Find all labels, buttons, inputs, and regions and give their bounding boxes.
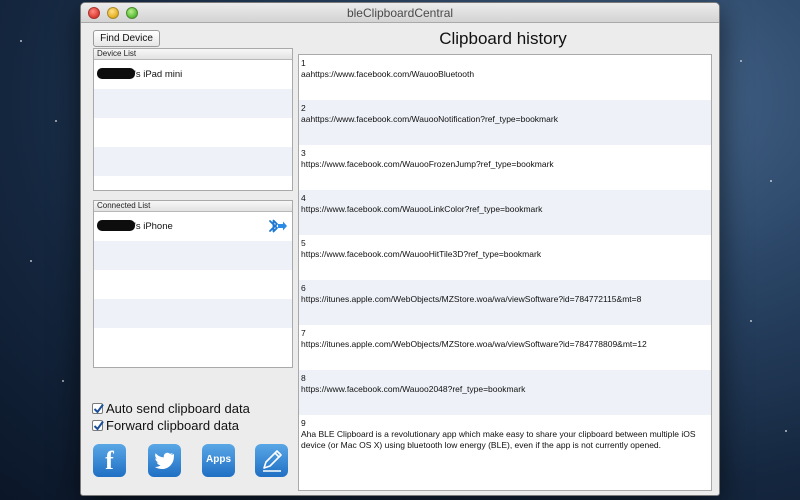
entry-index: 6: [301, 283, 306, 293]
forward-checkbox[interactable]: [92, 420, 104, 431]
connected-list-item[interactable]: 's iPhone: [94, 212, 292, 241]
checkmark-icon: [93, 403, 104, 414]
forward-option[interactable]: Forward clipboard data: [92, 417, 250, 434]
find-device-button[interactable]: Find Device: [93, 30, 160, 47]
apps-label: Apps: [206, 454, 231, 465]
device-list-panel: Device List 's iPad mini: [93, 48, 293, 191]
empty-row: [94, 328, 292, 357]
history-title: Clipboard history: [439, 29, 567, 48]
history-entry[interactable]: 5 https://www.facebook.com/WauooHitTile3…: [299, 235, 711, 280]
history-entry[interactable]: 6 https://itunes.apple.com/WebObjects/MZ…: [299, 280, 711, 325]
entry-index: 1: [301, 58, 306, 68]
entry-text: https://www.facebook.com/Wauoo2048?ref_t…: [301, 384, 526, 394]
device-list-header: Device List: [94, 49, 292, 60]
auto-send-checkbox[interactable]: [92, 403, 104, 414]
entry-text: https://www.facebook.com/WauooFrozenJump…: [301, 159, 554, 169]
star: [62, 380, 64, 382]
entry-index: 9: [301, 418, 306, 428]
star: [30, 260, 32, 262]
auto-send-label: Auto send clipboard data: [106, 401, 250, 416]
connected-device-name: 's iPhone: [134, 221, 173, 232]
star: [770, 180, 772, 182]
entry-text: Aha BLE Clipboard is a revolutionary app…: [301, 429, 696, 450]
redacted-name: [97, 68, 135, 79]
entry-index: 7: [301, 328, 306, 338]
edit-button[interactable]: [255, 444, 288, 477]
star: [750, 320, 752, 322]
pen-icon: [263, 450, 282, 472]
empty-row: [94, 270, 292, 299]
empty-row: [94, 147, 292, 176]
entry-index: 5: [301, 238, 306, 248]
entry-index: 3: [301, 148, 306, 158]
star: [20, 40, 22, 42]
device-name: 's iPad mini: [134, 69, 183, 80]
history-entry[interactable]: 3 https://www.facebook.com/WauooFrozenJu…: [299, 145, 711, 190]
twitter-button[interactable]: [148, 444, 181, 477]
bluetooth-forward-icon[interactable]: [266, 217, 288, 235]
entry-text: https://www.facebook.com/WauooHitTile3D?…: [301, 249, 542, 259]
history-entry[interactable]: 7 https://itunes.apple.com/WebObjects/MZ…: [299, 325, 711, 370]
title-bar[interactable]: bleClipboardCentral: [81, 3, 719, 23]
window-title: bleClipboardCentral: [346, 6, 454, 20]
star: [740, 60, 742, 62]
empty-row: [94, 89, 292, 118]
entry-text: https://itunes.apple.com/WebObjects/MZSt…: [301, 339, 647, 349]
empty-row: [94, 241, 292, 270]
apps-button[interactable]: Apps: [202, 444, 235, 477]
history-entry[interactable]: 1 aahttps://www.facebook.com/WauooBlueto…: [299, 55, 711, 100]
checkmark-icon: [93, 420, 104, 431]
device-list-item[interactable]: 's iPad mini: [94, 60, 292, 89]
app-window: bleClipboardCentral Find Device Device L…: [80, 2, 720, 496]
facebook-button[interactable]: f: [93, 444, 126, 477]
clipboard-history-list[interactable]: 1 aahttps://www.facebook.com/WauooBlueto…: [298, 54, 712, 491]
empty-row: [94, 118, 292, 147]
connected-list-panel: Connected List 's iPhone: [93, 200, 293, 368]
forward-label: Forward clipboard data: [106, 418, 239, 433]
history-entry[interactable]: 2 aahttps://www.facebook.com/WauooNotifi…: [299, 100, 711, 145]
star: [785, 430, 787, 432]
entry-index: 2: [301, 103, 306, 113]
facebook-icon: f: [105, 446, 114, 475]
entry-text: https://www.facebook.com/WauooLinkColor?…: [301, 204, 543, 214]
history-entry[interactable]: 9 Aha BLE Clipboard is a revolutionary a…: [299, 415, 711, 465]
redacted-name: [97, 220, 135, 231]
entry-index: 4: [301, 193, 306, 203]
entry-text: aahttps://www.facebook.com/WauooBluetoot…: [301, 69, 475, 79]
history-entry[interactable]: 4 https://www.facebook.com/WauooLinkColo…: [299, 190, 711, 235]
entry-index: 8: [301, 373, 306, 383]
entry-text: aahttps://www.facebook.com/WauooNotifica…: [301, 114, 558, 124]
options-group: Auto send clipboard data Forward clipboa…: [92, 400, 250, 434]
star: [55, 120, 57, 122]
entry-text: https://itunes.apple.com/WebObjects/MZSt…: [301, 294, 642, 304]
auto-send-option[interactable]: Auto send clipboard data: [92, 400, 250, 417]
connected-list-header: Connected List: [94, 201, 292, 212]
twitter-bird-icon: [154, 452, 174, 470]
empty-row: [94, 299, 292, 328]
history-entry[interactable]: 8 https://www.facebook.com/Wauoo2048?ref…: [299, 370, 711, 415]
